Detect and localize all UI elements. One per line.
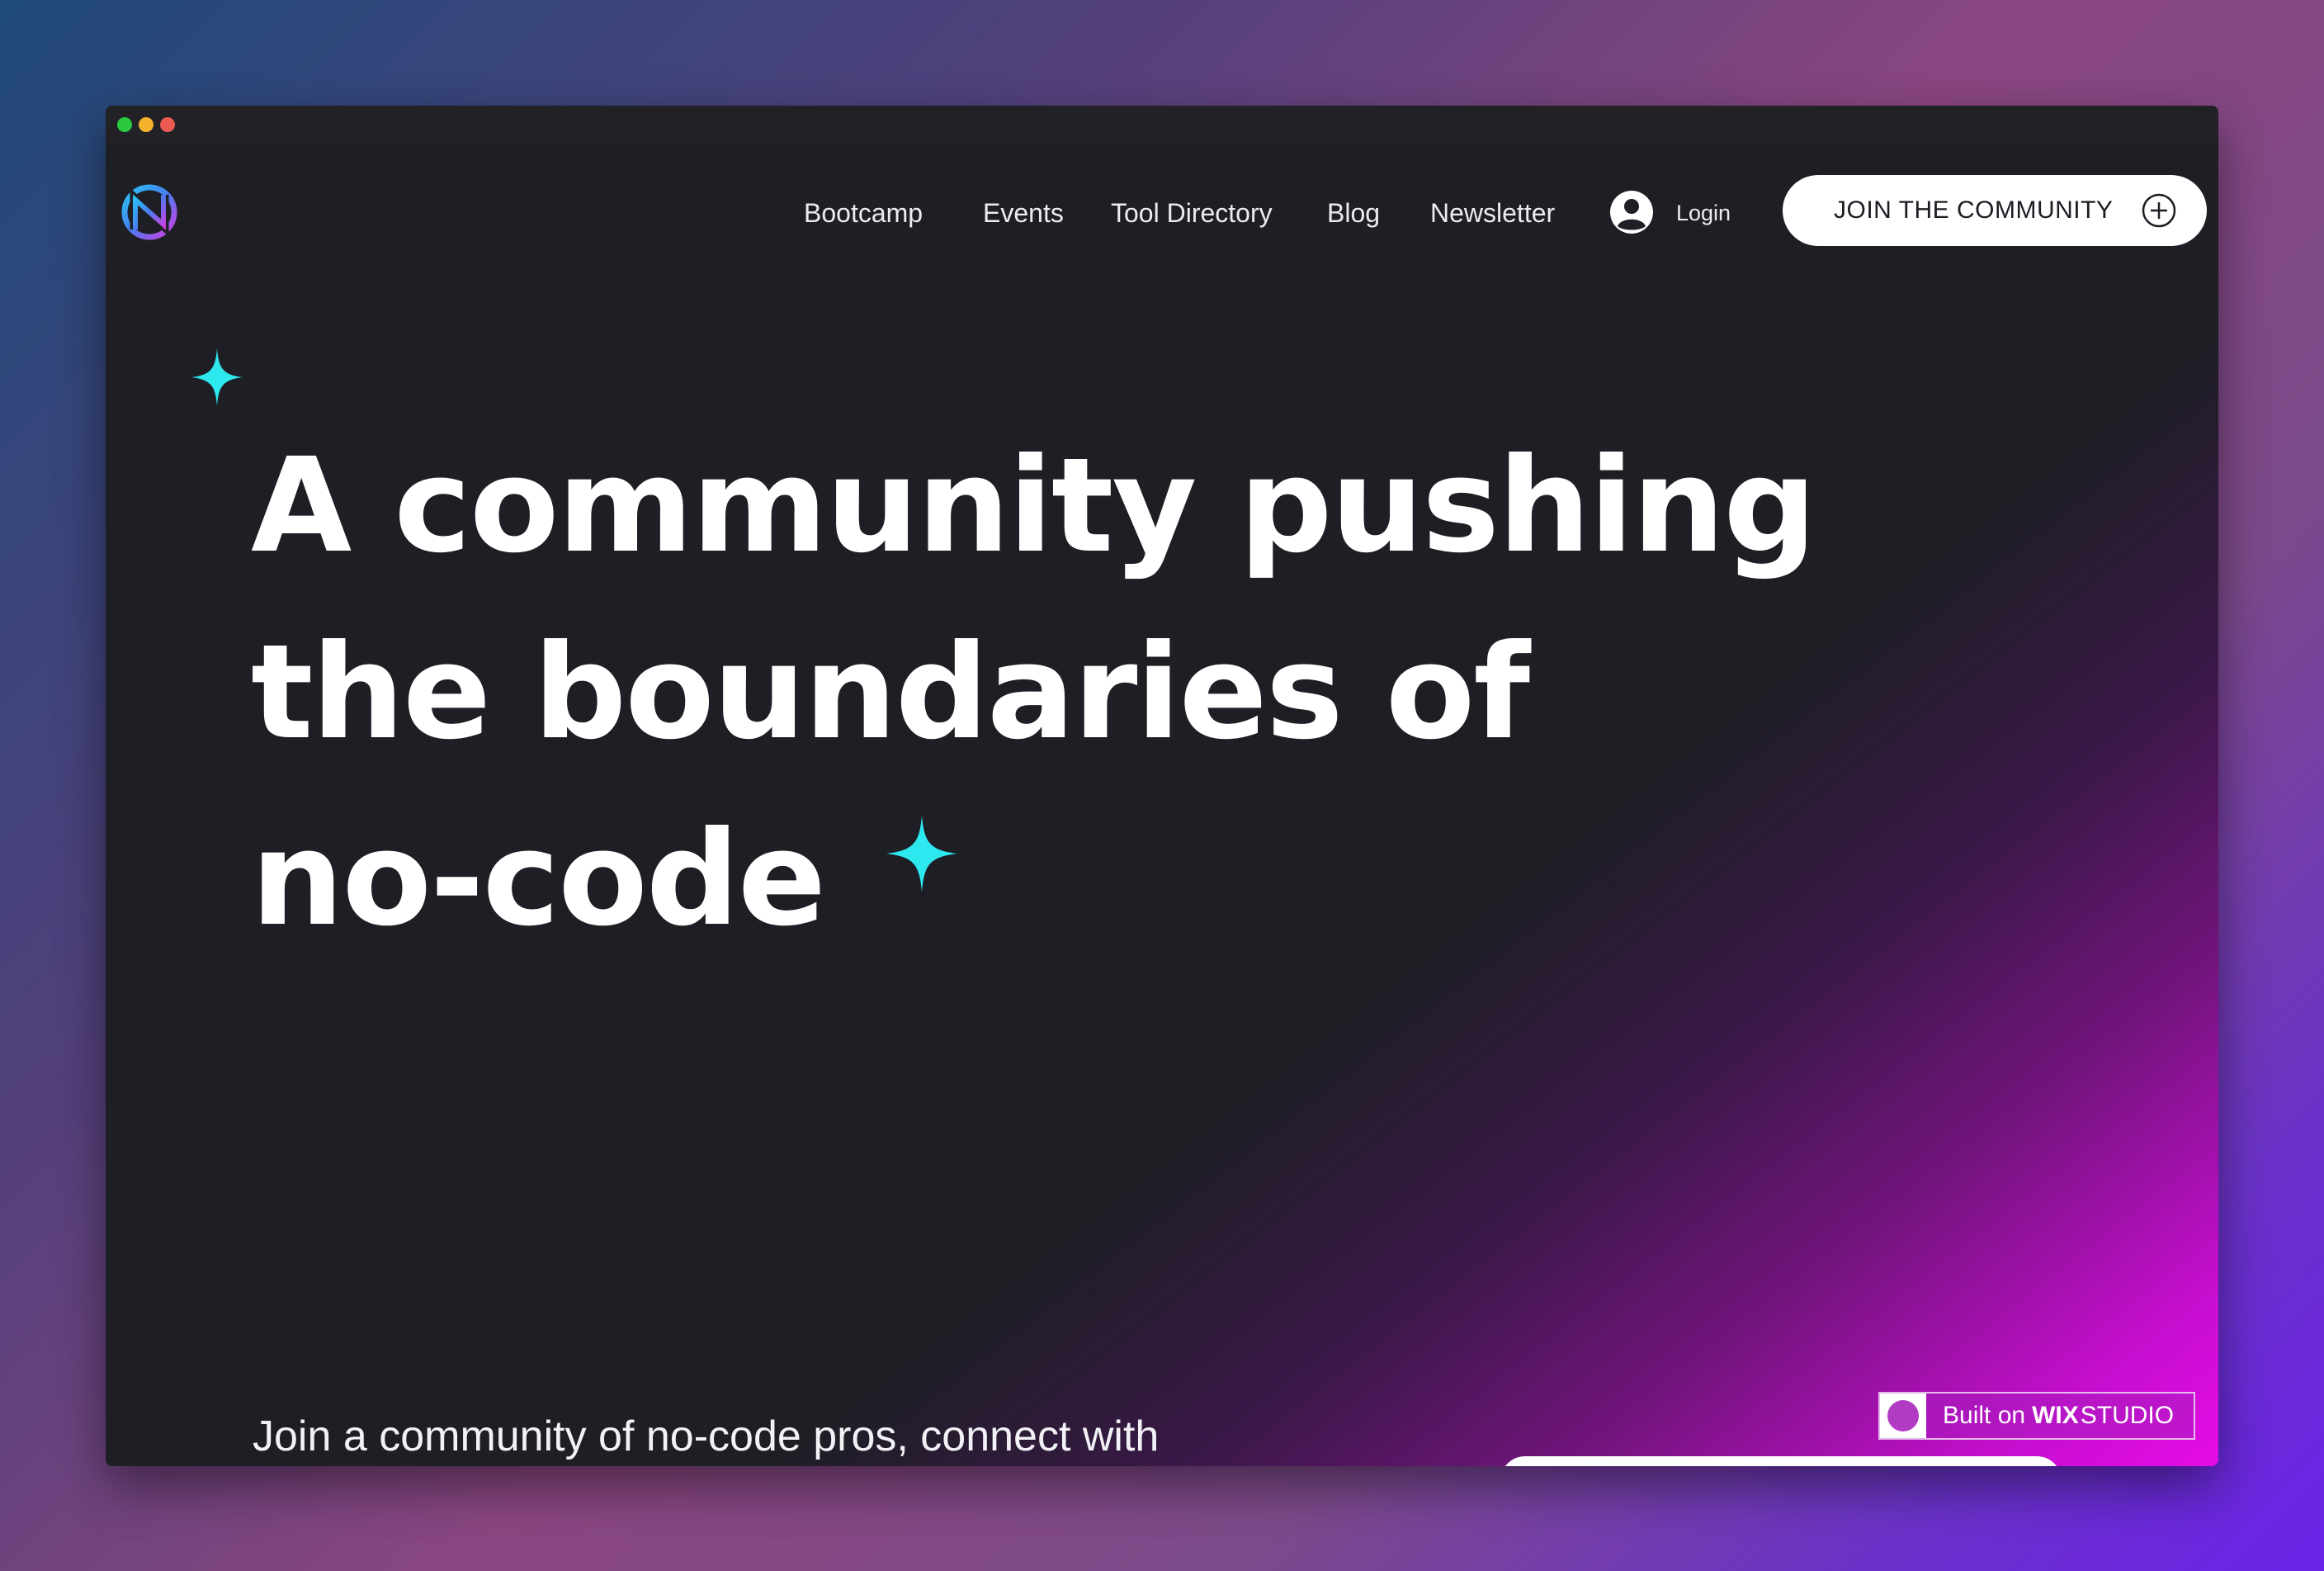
- nav-events[interactable]: Events: [983, 188, 1064, 238]
- nav-blog[interactable]: Blog: [1327, 188, 1380, 238]
- hero-headline: A community pushing the boundaries of no…: [251, 413, 1816, 972]
- brand-logo-icon[interactable]: [119, 182, 180, 243]
- headline-line-2: the boundaries of: [251, 617, 1530, 769]
- hero-cta-button[interactable]: [1500, 1456, 2062, 1466]
- nav-bootcamp[interactable]: Bootcamp: [804, 188, 923, 238]
- join-community-label: JOIN THE COMMUNITY: [1834, 196, 2114, 224]
- sparkle-icon: [886, 816, 957, 892]
- plus-circle-icon: [2142, 193, 2176, 228]
- nav-newsletter[interactable]: Newsletter: [1430, 188, 1555, 238]
- join-community-button[interactable]: JOIN THE COMMUNITY: [1783, 175, 2207, 246]
- nav-tool-directory[interactable]: Tool Directory: [1111, 188, 1273, 238]
- user-avatar-icon[interactable]: [1609, 190, 1654, 234]
- wix-badge-suffix: STUDIO: [2080, 1402, 2175, 1429]
- wix-badge-text: Built on WIXSTUDIO: [1943, 1402, 2174, 1430]
- wix-badge-brand: WIX: [2032, 1402, 2079, 1429]
- headline-line-1: A community pushing: [251, 430, 1816, 582]
- window-control-red[interactable]: [160, 117, 175, 132]
- browser-window: Bootcamp Events Tool Directory Blog News…: [106, 106, 2218, 1466]
- wix-badge-prefix: Built on: [1943, 1402, 2026, 1429]
- login-link[interactable]: Login: [1676, 188, 1731, 238]
- headline-line-3: no-code: [251, 803, 826, 955]
- wix-logo-icon: [1880, 1394, 1926, 1438]
- hero-subtext: Join a community of no-code pros, connec…: [253, 1412, 1160, 1460]
- window-titlebar: [106, 106, 2218, 144]
- window-control-yellow[interactable]: [139, 117, 154, 132]
- sparkle-icon: [191, 348, 243, 406]
- window-control-green[interactable]: [117, 117, 132, 132]
- built-on-wix-badge[interactable]: Built on WIXSTUDIO: [1878, 1392, 2195, 1440]
